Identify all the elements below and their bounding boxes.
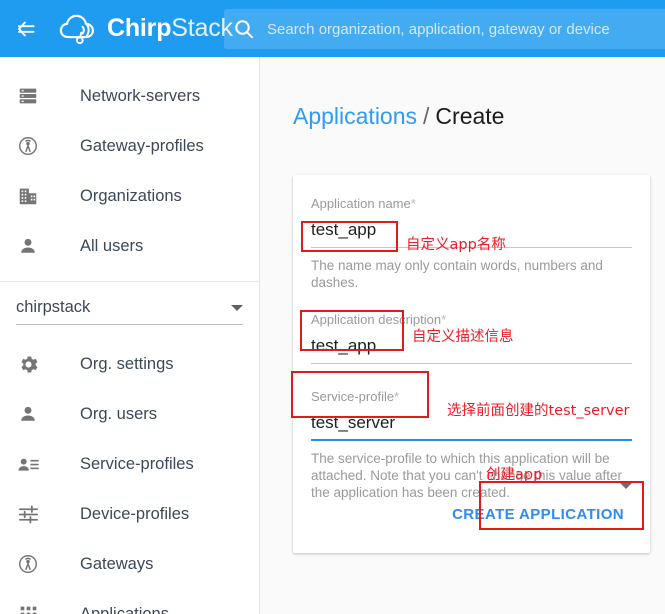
sidebar-item-org-users[interactable]: Org. users	[0, 389, 259, 439]
sidebar-item-label: Service-profiles	[80, 454, 194, 473]
annotation-text-application-name: 自定义app名称	[406, 237, 506, 253]
antenna-icon	[16, 134, 40, 158]
organization-selector-value: chirpstack	[16, 298, 91, 316]
sidebar-global-section: Network-servers Gateway-profiles Organiz…	[0, 57, 259, 271]
breadcrumb: Applications / Create	[261, 57, 665, 130]
collapse-menu-button[interactable]	[0, 0, 52, 57]
sidebar-item-all-users[interactable]: All users	[0, 221, 259, 271]
sliders-icon	[16, 502, 40, 526]
brand-text-primary: Chirp	[107, 14, 172, 42]
top-app-bar: ChirpStack	[0, 0, 665, 57]
sidebar-item-label: Organizations	[80, 186, 182, 205]
antenna-icon	[16, 552, 40, 576]
create-application-button[interactable]: CREATE APPLICATION	[444, 496, 632, 533]
chevron-down-icon[interactable]	[620, 483, 632, 489]
sidebar-item-service-profiles[interactable]: Service-profiles	[0, 439, 259, 489]
global-search-box[interactable]	[224, 9, 665, 49]
sidebar-navigation: Network-servers Gateway-profiles Organiz…	[0, 57, 260, 614]
required-asterisk: *	[410, 196, 416, 211]
sidebar-item-org-settings[interactable]: Org. settings	[0, 339, 259, 389]
submit-row: CREATE APPLICATION	[444, 496, 632, 533]
brand-logo-link[interactable]: ChirpStack	[56, 11, 233, 47]
application-name-label: Application name*	[311, 197, 632, 210]
person-icon	[16, 402, 40, 426]
required-asterisk: *	[394, 389, 400, 404]
annotation-text-application-description: 自定义描述信息	[412, 329, 514, 345]
grid-apps-icon	[16, 602, 40, 614]
sidebar-item-organizations[interactable]: Organizations	[0, 171, 259, 221]
sidebar-item-device-profiles[interactable]: Device-profiles	[0, 489, 259, 539]
search-icon	[232, 17, 256, 41]
application-name-label-text: Application name	[311, 196, 411, 211]
breadcrumb-separator: /	[423, 103, 430, 129]
service-profile-label-text: Service-profile	[311, 389, 395, 404]
create-application-card: Application name* test_app The name may …	[293, 175, 650, 553]
collapse-menu-icon	[13, 16, 39, 42]
sidebar-item-gateways[interactable]: Gateways	[0, 539, 259, 589]
building-icon	[16, 184, 40, 208]
organization-selector[interactable]: chirpstack	[16, 298, 243, 325]
sidebar-item-network-servers[interactable]: Network-servers	[0, 71, 259, 121]
search-input[interactable]	[267, 17, 647, 41]
brand-wordmark: ChirpStack	[107, 16, 233, 41]
chirpstack-cloud-logo-icon	[56, 11, 100, 47]
person-list-icon	[16, 452, 40, 476]
sidebar-org-section: Org. settings Org. users Service-profile…	[0, 325, 259, 614]
gear-icon	[16, 352, 40, 376]
chevron-down-icon	[231, 304, 243, 311]
sidebar-item-gateway-profiles[interactable]: Gateway-profiles	[0, 121, 259, 171]
server-rack-icon	[16, 84, 40, 108]
person-icon	[16, 234, 40, 258]
annotation-text-create-application: 创建app	[486, 467, 543, 483]
sidebar-item-label: Gateway-profiles	[80, 136, 204, 155]
application-name-help: The name may only contain words, numbers…	[311, 258, 603, 290]
sidebar-item-label: Network-servers	[80, 86, 201, 105]
breadcrumb-current: Create	[435, 103, 505, 129]
annotation-text-service-profile: 选择前面创建的test_server	[447, 403, 630, 419]
sidebar-item-label: Org. users	[80, 404, 158, 423]
sidebar-item-applications[interactable]: Applications	[0, 589, 259, 614]
breadcrumb-applications-link[interactable]: Applications	[293, 103, 417, 129]
sidebar-item-label: Applications	[80, 604, 169, 614]
sidebar-item-label: All users	[80, 236, 144, 255]
sidebar-item-label: Gateways	[80, 554, 154, 573]
sidebar-divider	[0, 281, 259, 282]
service-profile-help: The service-profile to which this applic…	[311, 451, 623, 500]
sidebar-item-label: Org. settings	[80, 354, 174, 373]
sidebar-item-label: Device-profiles	[80, 504, 190, 523]
